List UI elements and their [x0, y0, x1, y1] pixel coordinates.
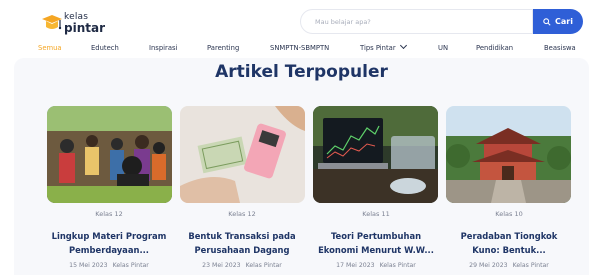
article-date-2: 23 Mei 2023 [202, 262, 241, 269]
nav-item-snmptn-sbmptn[interactable]: SNMPTN-SBMPTN [270, 44, 329, 52]
article-author-3: Kelas Pintar [379, 262, 416, 269]
article-title-4-line1: Peradaban Tiongkok [460, 231, 558, 241]
nav-item-beasiswa[interactable]: Beasiswa [544, 44, 576, 52]
article-title-3-line2: Ekonomi Menurut W.W... [318, 245, 434, 255]
article-date-1: 15 Mei 2023 [69, 262, 108, 269]
article-image-2[interactable] [180, 106, 305, 203]
article-grade-3: Kelas 11 [362, 210, 390, 218]
article-date-3: 17 Mei 2023 [336, 262, 375, 269]
logo-text-pintar: pintar [64, 21, 105, 35]
search-bar [300, 9, 533, 34]
article-meta-2: 23 Mei 2023 Kelas Pintar [172, 262, 312, 269]
category-nav: Semua Edutech Inspirasi Parenting SNMPTN… [0, 41, 603, 58]
nav-item-tips-pintar[interactable]: Tips Pintar [360, 41, 407, 52]
article-title-1-line2: Pemberdayaan... [68, 245, 149, 255]
article-title-2[interactable]: Bentuk Transaksi pada Perusahaan Dagang [172, 229, 312, 257]
article-grade-4: Kelas 10 [495, 210, 523, 218]
community-crowd-photo [47, 106, 172, 203]
search-button[interactable]: Cari [533, 9, 583, 34]
search-button-label: Cari [555, 17, 573, 26]
nav-item-semua[interactable]: Semua [38, 44, 62, 52]
article-title-4-line2: Kuno: Bentuk... [472, 245, 546, 255]
article-title-2-line1: Bentuk Transaksi pada [188, 231, 296, 241]
article-image-3[interactable] [313, 106, 438, 203]
article-title-3-line1: Teori Pertumbuhan [330, 231, 422, 241]
article-title-4[interactable]: Peradaban Tiongkok Kuno: Bentuk... [439, 229, 579, 257]
card-payment-photo [180, 106, 305, 203]
nav-item-tips-pintar-label: Tips Pintar [360, 44, 396, 52]
article-meta-4: 29 Mei 2023 Kelas Pintar [439, 262, 579, 269]
article-title-3[interactable]: Teori Pertumbuhan Ekonomi Menurut W.W... [306, 229, 446, 257]
nav-item-parenting[interactable]: Parenting [207, 44, 239, 52]
article-grade-2: Kelas 12 [228, 210, 256, 218]
article-image-1[interactable] [47, 106, 172, 203]
article-date-4: 29 Mei 2023 [469, 262, 508, 269]
article-image-4[interactable] [446, 106, 571, 203]
article-author-1: Kelas Pintar [112, 262, 149, 269]
article-author-4: Kelas Pintar [512, 262, 549, 269]
nav-item-pendidikan[interactable]: Pendidikan [476, 44, 513, 52]
nav-item-un[interactable]: UN [438, 44, 448, 52]
article-title-2-line2: Perusahaan Dagang [194, 245, 290, 255]
search-icon [543, 17, 551, 26]
kelas-pintar-logo[interactable]: kelas pintar [40, 11, 110, 37]
article-meta-3: 17 Mei 2023 Kelas Pintar [306, 262, 446, 269]
section-title: Artikel Terpopuler [215, 62, 388, 82]
article-title-1-line1: Lingkup Materi Program [51, 231, 167, 241]
chinese-temple-photo [446, 106, 571, 203]
article-grade-1: Kelas 12 [95, 210, 123, 218]
search-input[interactable] [301, 10, 532, 33]
stock-chart-laptop-photo [313, 106, 438, 203]
article-author-2: Kelas Pintar [245, 262, 282, 269]
logo-mark-icon [42, 15, 62, 30]
article-meta-1: 15 Mei 2023 Kelas Pintar [39, 262, 179, 269]
nav-item-inspirasi[interactable]: Inspirasi [149, 44, 177, 52]
article-title-1[interactable]: Lingkup Materi Program Pemberdayaan... [39, 229, 179, 257]
chevron-down-icon [399, 41, 407, 50]
nav-item-edutech[interactable]: Edutech [91, 44, 119, 52]
